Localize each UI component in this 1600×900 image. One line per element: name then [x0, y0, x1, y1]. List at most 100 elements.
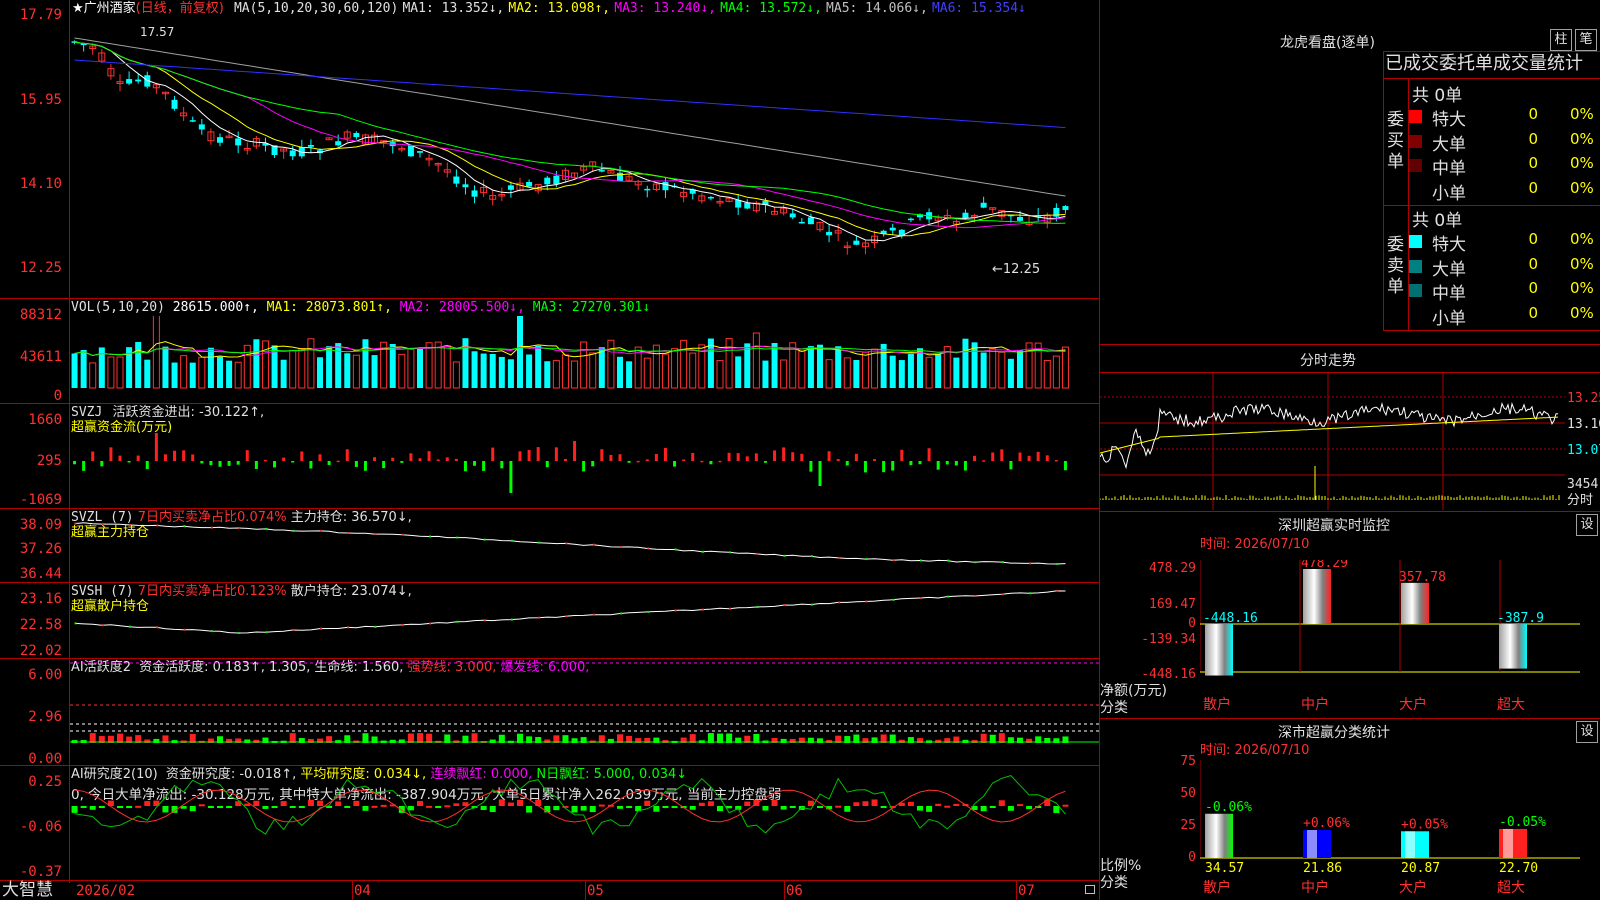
candle-body-down	[980, 202, 987, 208]
volume-bar-down	[371, 355, 378, 388]
svzj-bar	[591, 461, 595, 467]
candle-body-down	[171, 99, 178, 109]
volume-bar-down	[80, 350, 87, 388]
svzl-line-dot	[783, 554, 786, 557]
svzl-line-dot	[129, 523, 132, 526]
volume-bar-down	[280, 359, 287, 388]
volume-bar-down	[344, 353, 351, 388]
candle-body-down	[826, 231, 833, 236]
intraday-chart[interactable]	[1100, 373, 1565, 510]
svzj-bar	[736, 453, 740, 461]
ma5-value: MA5: 14.066↓,	[826, 1, 928, 16]
candle-body-down	[889, 227, 896, 231]
volume-bar-down	[507, 359, 514, 388]
sell-total: 共 0单	[1412, 211, 1463, 231]
intraday-top	[1100, 344, 1600, 345]
dragon-header-top	[1383, 51, 1600, 52]
volume-bars[interactable]	[70, 316, 1099, 403]
svzj-bar	[836, 459, 840, 461]
ai2-bar	[844, 806, 851, 812]
svzj-bar	[636, 460, 640, 463]
monitor-bar	[1205, 624, 1233, 676]
ma3-value: MA3: 13.240↓,	[614, 1, 717, 16]
svzj-bar	[554, 447, 558, 461]
candle-body-down	[907, 218, 914, 221]
ai2-bar	[417, 801, 423, 806]
ai2-bar	[480, 806, 487, 811]
svsh-line-dot	[783, 604, 786, 607]
svzj-bar	[373, 457, 377, 461]
classify-bar-ratio: 20.87	[1401, 861, 1440, 876]
svzl-line-dot	[592, 543, 595, 546]
svsh-line-dot	[756, 606, 759, 609]
svzj-bar	[609, 454, 613, 461]
ai2-bar	[671, 806, 678, 808]
candle-body-down	[1062, 206, 1069, 211]
ai2-bar	[589, 806, 596, 813]
svzj-bar	[573, 441, 577, 461]
svzl-line-dot	[565, 542, 568, 545]
svzl-line-dot	[865, 558, 868, 561]
order-percent: 0%	[1570, 279, 1594, 297]
svzj-bar	[936, 461, 940, 470]
svzj-bar	[518, 451, 522, 461]
svsh-line-dot	[647, 610, 650, 613]
svzj-bar	[154, 433, 158, 461]
classify-settings-button[interactable]: 设	[1576, 721, 1598, 743]
svzj-bar	[136, 455, 140, 461]
svzl-line-dot	[1029, 562, 1032, 565]
main-chart-area[interactable]: ★广州酒家(日线，前复权) MA(5,10,20,30,60,120) MA1:…	[0, 0, 1100, 900]
svzj-bar	[200, 461, 204, 464]
svzl-line-dot	[429, 535, 432, 538]
svzj-bar	[654, 453, 658, 461]
volume-bar-up	[716, 360, 724, 389]
classify-bar-change: -0.06%	[1205, 800, 1252, 815]
svzj-bar	[145, 461, 149, 470]
svsh-line-dot	[74, 622, 77, 625]
svzj-bar	[991, 452, 995, 461]
svzl-line[interactable]	[70, 509, 1099, 582]
xtick-mark-jul	[1016, 880, 1017, 900]
classify-top	[1100, 718, 1600, 719]
ai2-bar	[317, 800, 323, 806]
volume-bar-down	[135, 341, 142, 388]
lock-icon[interactable]	[1085, 885, 1095, 894]
ai2-bar	[871, 799, 878, 806]
svzl-line-dot	[1001, 561, 1004, 564]
ma5-line	[74, 41, 1066, 242]
ai1-chart[interactable]	[70, 659, 1099, 765]
monitor-bar-value: -387.9	[1497, 611, 1544, 626]
volume-bar-up	[152, 316, 160, 389]
svzj-bars[interactable]	[70, 404, 1099, 508]
bar-mode-button[interactable]: 柱	[1550, 29, 1572, 51]
ai2-bar	[280, 801, 287, 806]
vol-label: VOL(5,10,20)	[71, 300, 165, 315]
ai2-bar	[571, 806, 578, 813]
svzj-bar	[627, 461, 631, 463]
svzj-bar	[73, 461, 77, 465]
volume-bar-down	[835, 346, 842, 388]
svzj-bar	[482, 461, 486, 471]
monitor-settings-button[interactable]: 设	[1576, 514, 1598, 536]
svsh-line[interactable]	[70, 583, 1099, 658]
volume-bar-up	[180, 355, 188, 389]
star-icon: ★	[72, 1, 84, 16]
ai2-chart[interactable]	[70, 766, 1099, 880]
order-percent: 0%	[1570, 154, 1594, 172]
svzj-bar	[754, 453, 758, 461]
svsh-line-dot	[401, 623, 404, 626]
svzj-bar	[454, 458, 458, 461]
dragon-bottom-line	[1383, 330, 1600, 331]
ai2-ytick-2: -0.06	[19, 819, 62, 835]
svzj-ytick-3: -1069	[19, 492, 62, 508]
monitor-bar-chart[interactable]: -448.16 478.29 357.78 -387.9	[1200, 560, 1600, 700]
classify-bar-chart[interactable]: -0.06% 34.57 +0.06% 21.86 +0.05% 20.87 -0.05% 2…	[1200, 760, 1600, 900]
price-ytick-2: 15.95	[19, 92, 62, 108]
candlestick-chart[interactable]	[70, 18, 1099, 298]
tick-mode-button[interactable]: 笔	[1575, 29, 1597, 51]
svsh-line-dot	[429, 622, 432, 625]
candle-body-down	[217, 137, 223, 143]
svsh-line-dot	[701, 608, 704, 611]
order-percent: 0%	[1570, 254, 1594, 273]
svzl-line-dot	[238, 526, 241, 529]
